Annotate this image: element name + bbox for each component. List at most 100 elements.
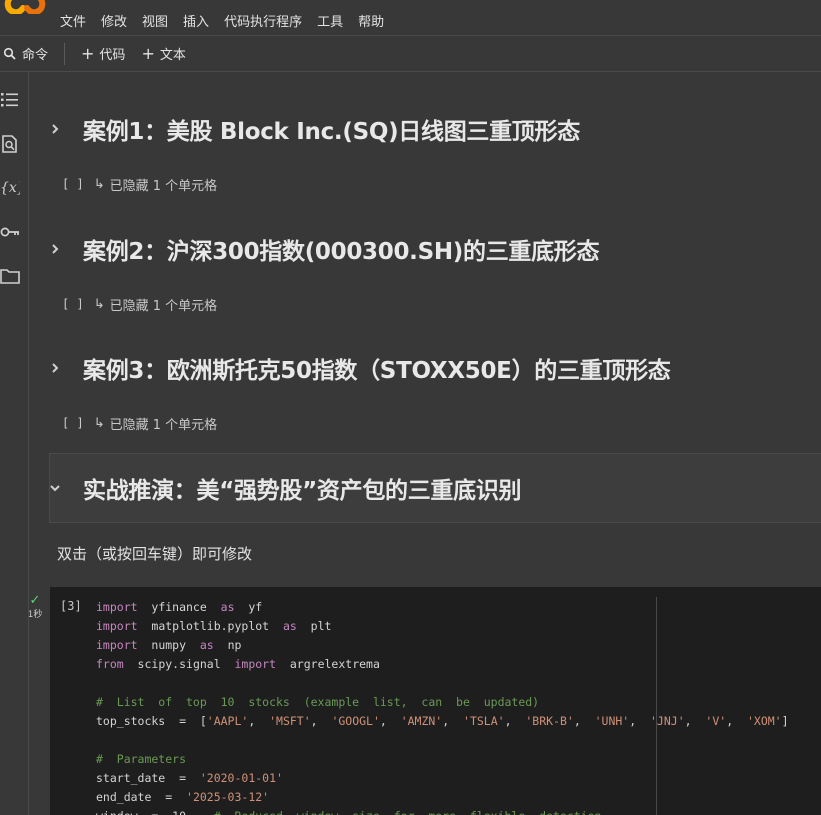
code-token: import (96, 600, 138, 614)
menu-tools[interactable]: 工具 (317, 11, 343, 31)
code-token: end_date = (96, 790, 187, 804)
section-heading-2[interactable]: 案例2：沪深300指数(000300.SH)的三重底形态 (49, 219, 821, 279)
code-token: argrelextrema (276, 657, 380, 671)
check-icon: ✓ (29, 593, 41, 608)
section-heading-4[interactable]: 实战推演：美“强势股”资产包的三重底识别 (49, 458, 821, 518)
toolbar-divider (64, 42, 66, 65)
hidden-cells-label: 已隐藏 1 个单元格 (109, 298, 218, 314)
secrets-icon[interactable] (0, 222, 20, 242)
code-token: window = 10 (96, 809, 214, 815)
code-token: , (629, 714, 650, 728)
code-token: 'AMZN' (400, 714, 443, 728)
code-token: as (282, 619, 297, 633)
code-line: from scipy.signal import argrelextrema (96, 655, 789, 674)
section-title: 实战推演：美“强势股”资产包的三重底识别 (83, 478, 522, 504)
code-token: 'TSLA' (463, 714, 505, 728)
hidden-cells-indicator[interactable]: [ ] ↳ 已隐藏 1 个单元格 (62, 294, 217, 314)
code-token: , (442, 714, 464, 728)
code-token: start_date = (96, 771, 200, 785)
add-text-button[interactable]: + 文本 (141, 44, 185, 63)
chevron-down-icon[interactable] (49, 479, 69, 498)
app-header: 文件 修改 视图 插入 代码执行程序 工具 帮助 命令 + 代码 + 文本 (0, 0, 821, 72)
code-token: # Reduced window size for more flexible … (214, 809, 602, 815)
section-heading-1[interactable]: 案例1：美股 Block Inc.(SQ)日线图三重顶形态 (49, 99, 821, 159)
code-token: ] (781, 714, 789, 728)
code-token: import (96, 638, 138, 652)
code-token: , (248, 714, 270, 728)
code-cell[interactable]: ✓ 1秒 [3] import yfinance as yf import mat… (29, 587, 821, 815)
find-icon[interactable] (0, 134, 20, 154)
add-code-label: 代码 (99, 48, 126, 63)
menu-file[interactable]: 文件 (60, 11, 86, 31)
chevron-right-icon[interactable] (49, 240, 69, 259)
files-icon[interactable] (0, 266, 20, 286)
subdirectory-arrow-icon: ↳ (93, 415, 105, 431)
notebook-area: 案例1：美股 Block Inc.(SQ)日线图三重顶形态 [ ] ↳ 已隐藏 … (29, 72, 821, 815)
code-token: 'BRK-B' (525, 714, 574, 728)
code-token: , (310, 714, 332, 728)
svg-text:{x}: {x} (0, 180, 20, 196)
plus-icon: + (141, 43, 155, 63)
command-label: 命令 (22, 48, 49, 63)
menu-edit[interactable]: 修改 (101, 11, 127, 31)
code-token: yf (234, 600, 263, 614)
chevron-right-icon[interactable] (49, 120, 69, 139)
code-token: scipy.signal (123, 657, 235, 671)
menu-help[interactable]: 帮助 (358, 11, 384, 31)
code-token: , (504, 714, 526, 728)
code-token: plt (296, 619, 332, 633)
toc-icon[interactable] (0, 90, 20, 110)
section-title: 案例2：沪深300指数(000300.SH)的三重底形态 (83, 239, 600, 265)
code-token: '2025-03-12' (186, 790, 270, 804)
code-token: as (199, 638, 214, 652)
run-status[interactable]: ✓ 1秒 (29, 593, 48, 620)
run-bracket: [ ] (62, 177, 84, 191)
chevron-right-icon[interactable] (49, 359, 69, 378)
code-token: 'XOM' (746, 714, 782, 728)
menu-runtime[interactable]: 代码执行程序 (224, 11, 302, 31)
code-editor[interactable]: import yfinance as yf import matplotlib.p… (96, 598, 789, 815)
code-token: from (96, 657, 124, 671)
code-token: 'GOOGL' (331, 714, 380, 728)
code-token: top_stocks = [ (96, 714, 207, 728)
hidden-cells-label: 已隐藏 1 个单元格 (109, 178, 218, 194)
code-token: import (234, 657, 277, 671)
menu-view[interactable]: 视图 (142, 11, 168, 31)
section-title: 案例3：欧洲斯托克50指数（STOXX50E）的三重顶形态 (83, 358, 671, 384)
menu-insert[interactable]: 插入 (183, 11, 209, 31)
run-bracket: [ ] (62, 297, 84, 311)
code-line: import matplotlib.pyplot as plt (96, 617, 789, 636)
execution-count: [3] (60, 599, 82, 613)
colab-logo[interactable] (4, 0, 46, 14)
section-heading-3[interactable]: 案例3：欧洲斯托克50指数（STOXX50E）的三重顶形态 (49, 338, 821, 398)
line-length-ruler (656, 597, 657, 815)
code-token: , (726, 714, 747, 728)
add-text-label: 文本 (159, 48, 186, 63)
add-code-button[interactable]: + 代码 (81, 44, 125, 63)
code-line: top_stocks = ['AAPL', 'MSFT', 'GOOGL', '… (96, 712, 789, 731)
run-time: 1秒 (29, 610, 43, 620)
section-title: 案例1：美股 Block Inc.(SQ)日线图三重顶形态 (83, 119, 580, 145)
subdirectory-arrow-icon: ↳ (93, 296, 105, 312)
code-token: '2020-01-01' (199, 771, 283, 785)
code-line: # Parameters (96, 750, 789, 769)
command-palette-button[interactable]: 命令 (3, 44, 48, 63)
hidden-cells-indicator[interactable]: [ ] ↳ 已隐藏 1 个单元格 (62, 174, 217, 194)
code-token: , (573, 714, 595, 728)
code-line: window = 10 # Reduced window size for mo… (96, 807, 789, 815)
variables-icon[interactable]: {x} (0, 177, 20, 197)
plus-icon: + (81, 43, 95, 63)
code-line: start_date = '2020-01-01' (96, 769, 789, 788)
code-token: as (220, 600, 235, 614)
hidden-cells-indicator[interactable]: [ ] ↳ 已隐藏 1 个单元格 (62, 413, 217, 433)
toolbar: 命令 + 代码 + 文本 (0, 36, 821, 71)
hidden-cells-label: 已隐藏 1 个单元格 (109, 417, 218, 433)
edit-hint[interactable]: 双击（或按回车键）即可修改 (57, 543, 252, 564)
code-token: import (96, 619, 138, 633)
code-token: 'AAPL' (206, 714, 249, 728)
run-bracket: [ ] (62, 416, 84, 430)
code-token: 'UNH' (594, 714, 630, 728)
subdirectory-arrow-icon: ↳ (93, 176, 105, 192)
